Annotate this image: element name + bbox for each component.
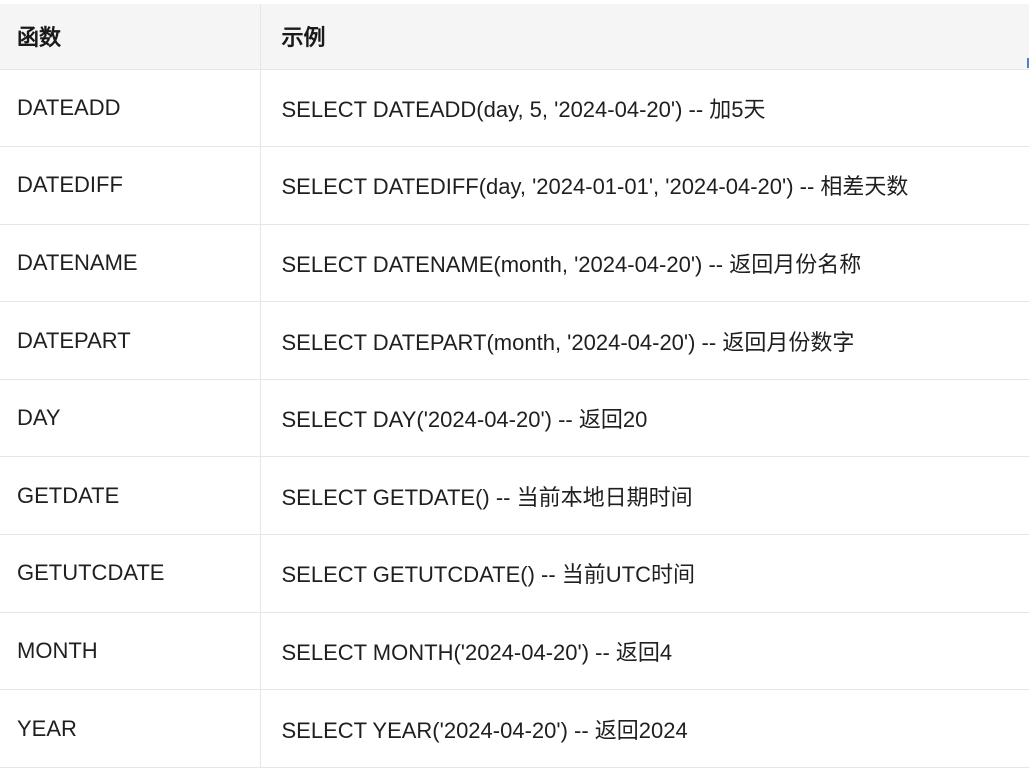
function-name-cell: MONTH	[0, 612, 260, 691]
function-name-cell: DATEADD	[0, 69, 260, 148]
table-row: YEAR SELECT YEAR('2024-04-20') -- 返回2024	[0, 689, 1029, 768]
example-cell: SELECT DATEADD(day, 5, '2024-04-20') -- …	[259, 69, 1029, 148]
table-row: DATEDIFF SELECT DATEDIFF(day, '2024-01-0…	[0, 146, 1029, 225]
table-row: GETUTCDATE SELECT GETUTCDATE() -- 当前UTC时…	[0, 534, 1029, 613]
example-cell: SELECT YEAR('2024-04-20') -- 返回2024	[259, 689, 1029, 768]
function-name-cell: GETUTCDATE	[0, 534, 260, 613]
function-name-cell: DATEDIFF	[0, 146, 260, 225]
function-name-cell: DATENAME	[0, 224, 260, 303]
table-row: DATEADD SELECT DATEADD(day, 5, '2024-04-…	[0, 69, 1029, 148]
example-cell: SELECT GETDATE() -- 当前本地日期时间	[259, 456, 1029, 536]
function-name-cell: DATEPART	[0, 301, 260, 380]
table-row: GETDATE SELECT GETDATE() -- 当前本地日期时间	[0, 456, 1029, 536]
table-row: MONTH SELECT MONTH('2024-04-20') -- 返回4	[0, 612, 1029, 691]
example-cell: SELECT DATEDIFF(day, '2024-01-01', '2024…	[259, 146, 1029, 225]
function-name-cell: YEAR	[0, 689, 260, 768]
table-body: DATEADD SELECT DATEADD(day, 5, '2024-04-…	[0, 69, 1029, 768]
example-cell: SELECT GETUTCDATE() -- 当前UTC时间	[259, 534, 1029, 613]
function-name-cell: DAY	[0, 379, 260, 458]
header-example: 示例	[259, 4, 1029, 70]
header-function: 函数	[0, 4, 260, 70]
function-name-cell: GETDATE	[0, 456, 260, 536]
example-cell: SELECT DAY('2024-04-20') -- 返回20	[259, 379, 1029, 458]
example-cell: SELECT MONTH('2024-04-20') -- 返回4	[259, 612, 1029, 691]
table-row: DATEPART SELECT DATEPART(month, '2024-04…	[0, 301, 1029, 380]
example-cell: SELECT DATEPART(month, '2024-04-20') -- …	[259, 301, 1029, 380]
header-row: 函数 示例	[0, 4, 1029, 70]
example-cell: SELECT DATENAME(month, '2024-04-20') -- …	[259, 224, 1029, 303]
table-row: DAY SELECT DAY('2024-04-20') -- 返回20	[0, 379, 1029, 458]
table-header: 函数 示例	[0, 4, 1029, 70]
sql-date-functions-table: 函数 示例 DATEADD SELECT DATEADD(day, 5, '20…	[0, 4, 1029, 768]
table-row: DATENAME SELECT DATENAME(month, '2024-04…	[0, 224, 1029, 303]
